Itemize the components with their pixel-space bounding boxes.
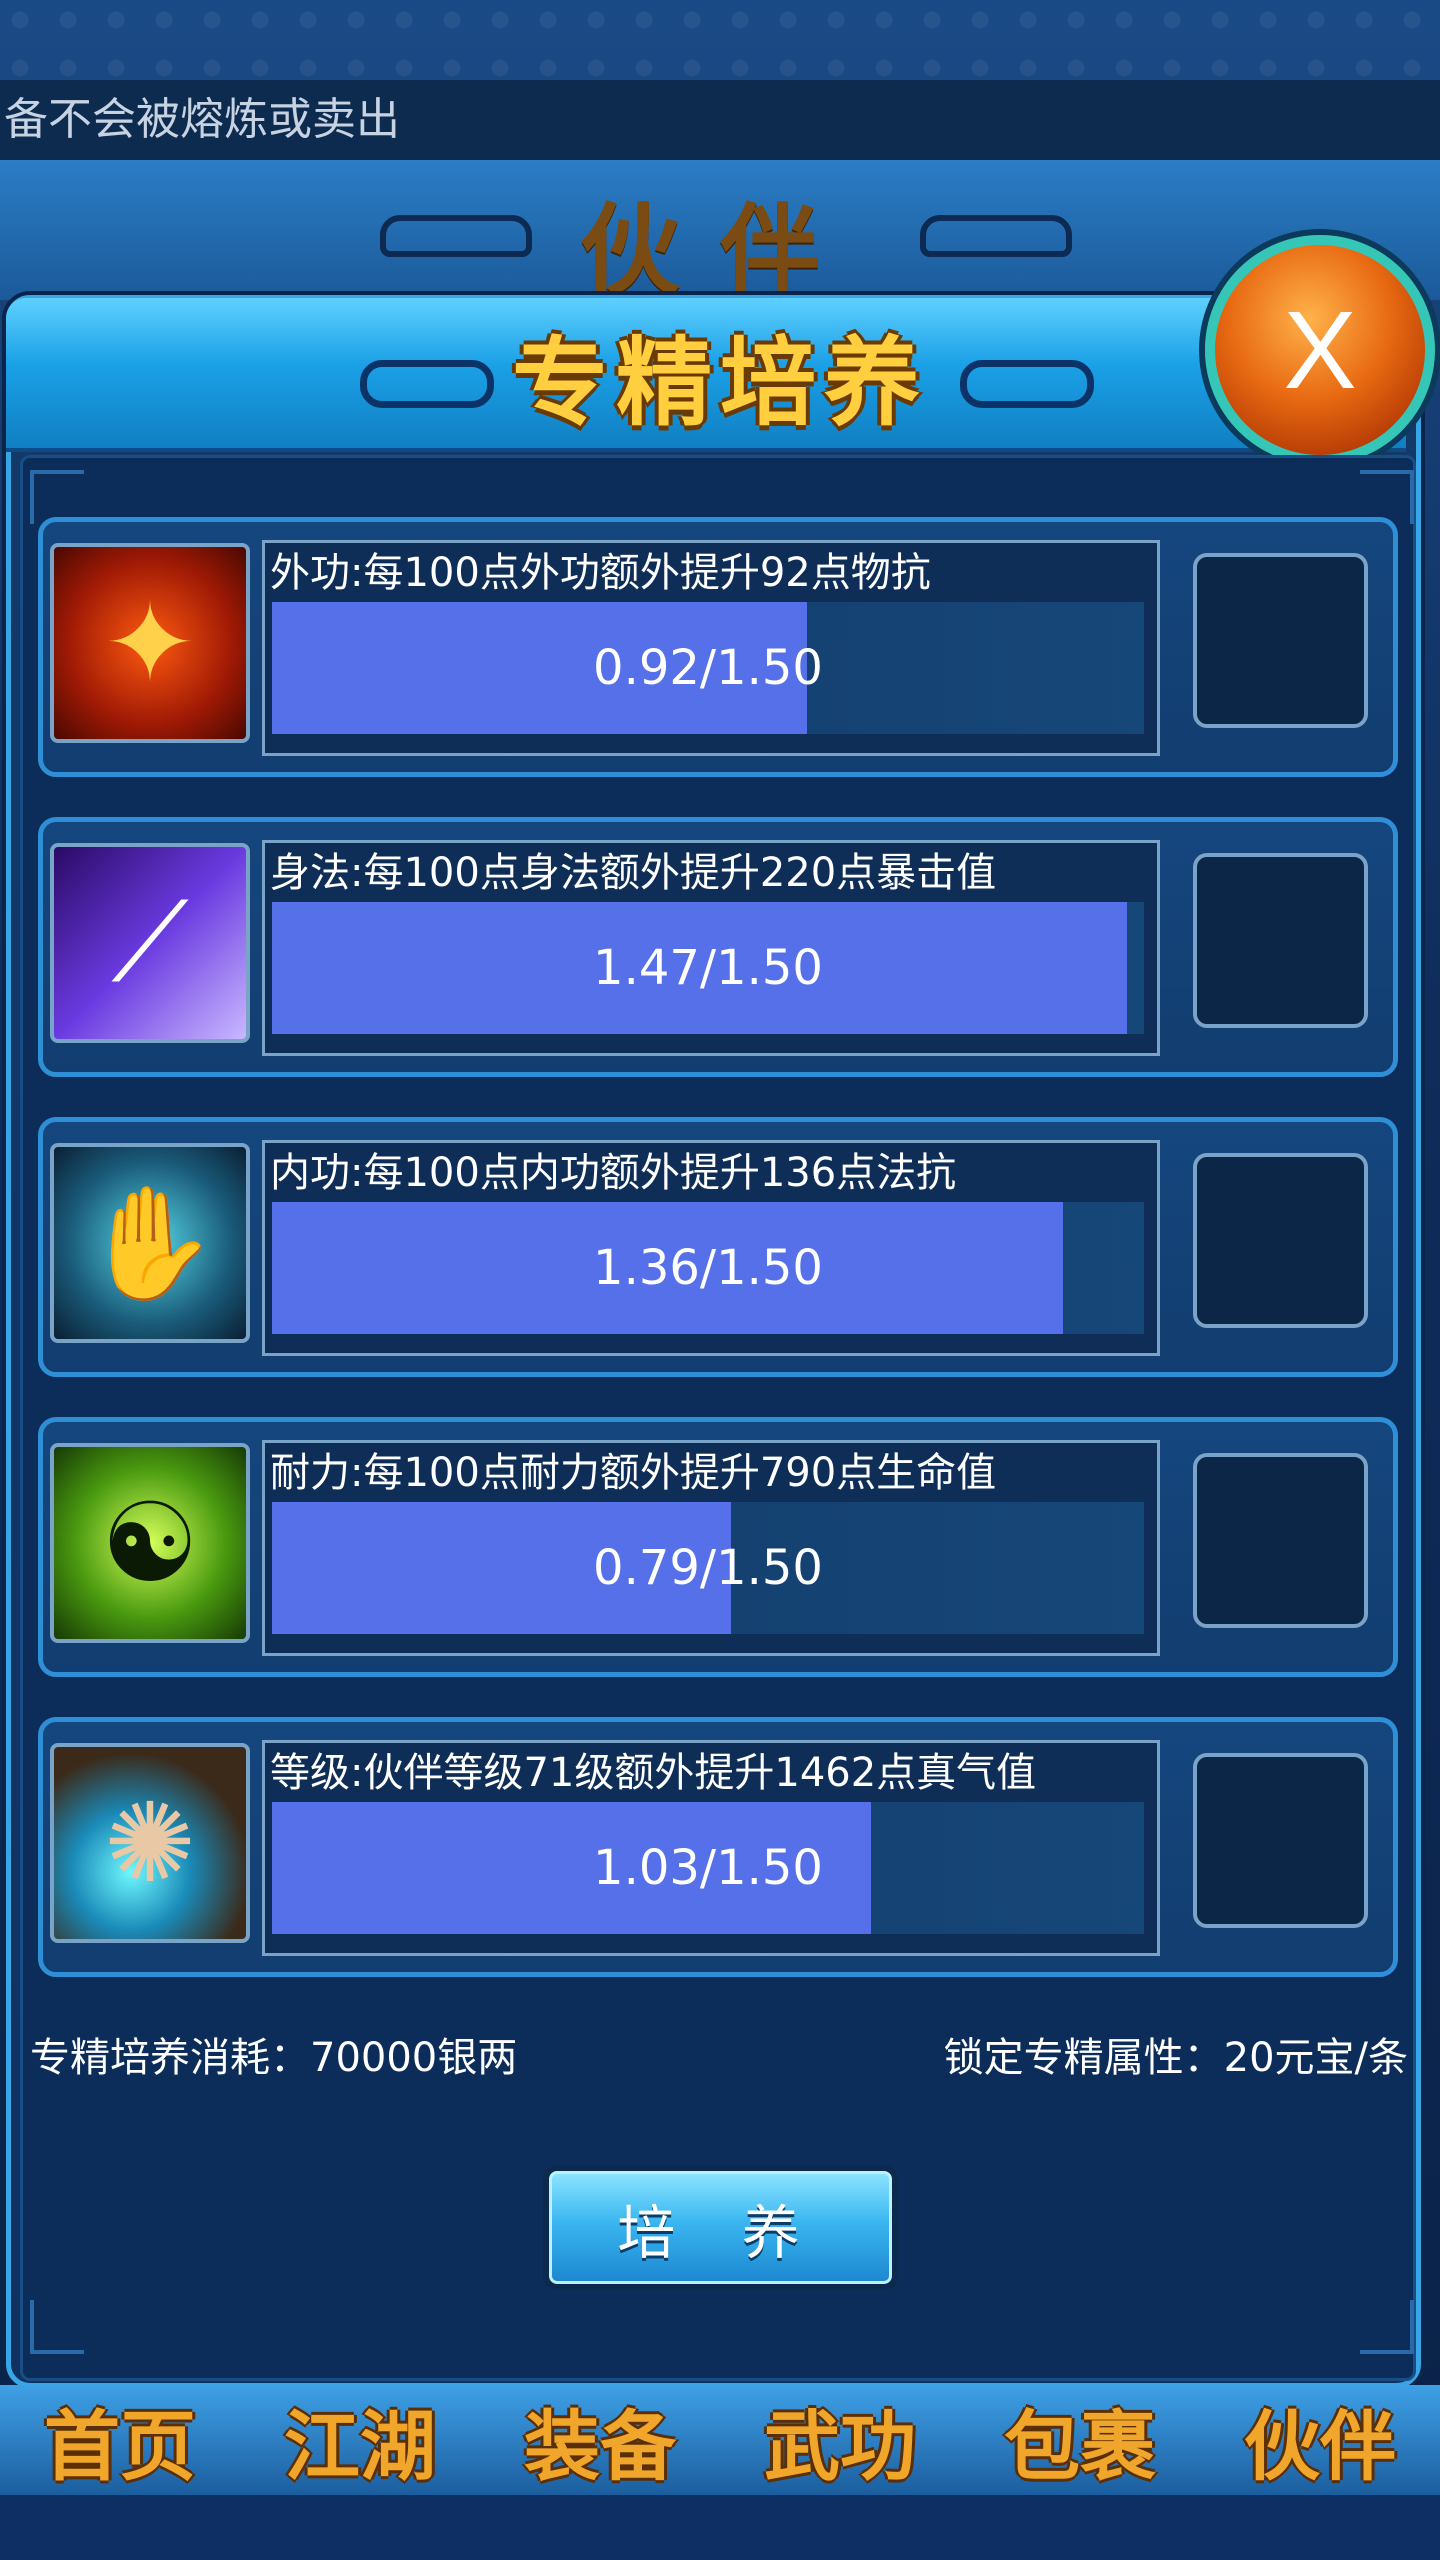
lock-checkbox[interactable] [1193,1153,1368,1328]
train-button[interactable]: 培 养 [543,2165,898,2290]
training-cost-text: 专精培养消耗：70000银两 [30,2035,518,2081]
nav-home[interactable]: 首页 [44,2385,196,2495]
nav-equipment[interactable]: 装备 [524,2385,676,2495]
cloud-ornament-icon [920,215,1072,257]
corner-ornament [1360,470,1414,524]
corner-ornament [1360,2300,1414,2354]
cloud-ornament-icon [960,360,1094,408]
skill-label: 内功:每100点内功额外提升136点法抗 [270,1150,957,1196]
skill-label: 等级:伙伴等级71级额外提升1462点真气值 [270,1750,1037,1796]
lock-checkbox[interactable] [1193,1453,1368,1628]
skill-label: 身法:每100点身法额外提升220点暴击值 [270,850,997,896]
meditation-icon: ☯ [50,1443,250,1643]
energy-orb-icon: ✺ [50,1743,250,1943]
progress-text: 0.92/1.50 [593,640,823,696]
close-button[interactable]: X [1205,235,1435,465]
corner-ornament [30,470,84,524]
lock-checkbox[interactable] [1193,1753,1368,1928]
lock-cost-text: 锁定专精属性：20元宝/条 [943,2035,1408,2081]
dialog-title: 专精培养 [512,327,928,439]
progress-bar: 0.79/1.50 [272,1502,1144,1634]
slash-icon: ⟋ [50,843,250,1043]
progress-text: 1.47/1.50 [593,940,823,996]
background-panel-title: 伙伴 [580,193,860,310]
skill-label: 耐力:每100点耐力额外提升790点生命值 [270,1450,997,1496]
nav-jianghu[interactable]: 江湖 [284,2385,436,2495]
nav-martial-arts[interactable]: 武功 [764,2385,916,2495]
nav-partner[interactable]: 伙伴 [1244,2385,1396,2495]
progress-text: 0.79/1.50 [593,1540,823,1596]
bottom-strip [0,2495,1440,2560]
progress-bar: 0.92/1.50 [272,602,1144,734]
progress-bar: 1.03/1.50 [272,1802,1144,1934]
progress-text: 1.03/1.50 [593,1840,823,1896]
nav-bag[interactable]: 包裹 [1004,2385,1156,2495]
skill-label: 外功:每100点外功额外提升92点物抗 [270,550,931,596]
corner-ornament [30,2300,84,2354]
progress-text: 1.36/1.50 [593,1240,823,1296]
lock-checkbox[interactable] [1193,553,1368,728]
strength-aura-icon: ✦ [50,543,250,743]
notice-bar: 备不会被熔炼或卖出 [0,80,1440,163]
cloud-ornament-icon [380,215,532,257]
progress-bar: 1.47/1.50 [272,902,1144,1034]
bottom-nav: 首页 江湖 装备 武功 包裹 伙伴 [0,2385,1440,2495]
lock-checkbox[interactable] [1193,853,1368,1028]
progress-bar: 1.36/1.50 [272,1202,1144,1334]
energy-hand-icon: ✋ [50,1143,250,1343]
